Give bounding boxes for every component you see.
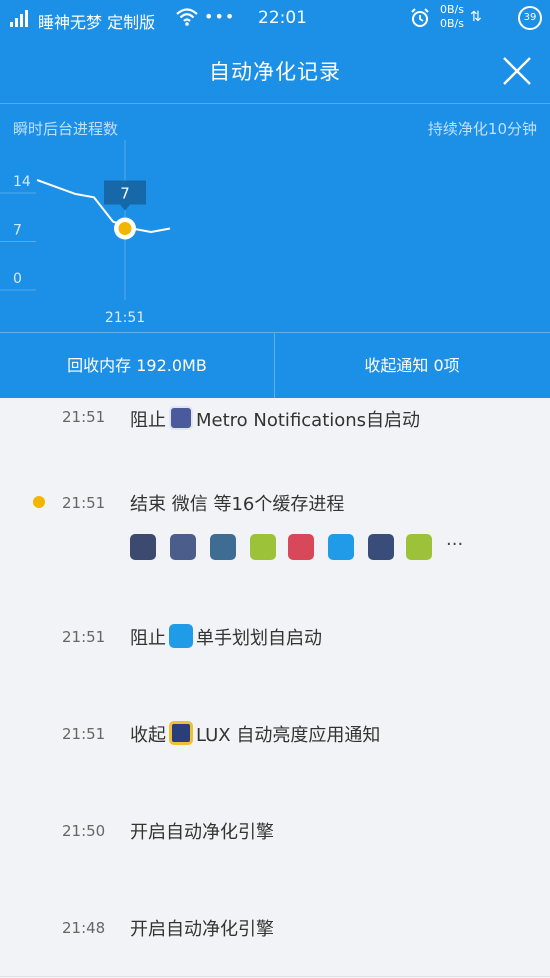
record-time: 21:50 xyxy=(62,822,106,840)
swipe-app-icon xyxy=(169,624,193,648)
list-item[interactable]: 21:51 阻止 Metro Notifications自启动 xyxy=(0,398,550,455)
battery-icon: 39 xyxy=(518,6,542,30)
process-count-chart: 14 7 0 21:51 7 xyxy=(0,140,171,326)
android-icon xyxy=(406,534,432,560)
data-transfer-icon: ⇅ xyxy=(470,9,482,25)
y-tick-label: 7 xyxy=(13,223,22,239)
carrier-name: 睡神无梦 定制版 xyxy=(38,13,156,32)
notifications-collapsed-stat[interactable]: 收起通知 0项 xyxy=(275,333,549,398)
memory-recycled-stat[interactable]: 回收内存 192.0MB xyxy=(0,333,274,398)
app-header: 睡神无梦 定制版 ••• 22:01 0B/s 0B/s ⇅ 39 自动净化记录… xyxy=(0,0,550,398)
clock: 22:01 xyxy=(258,8,307,28)
series-line xyxy=(36,179,171,233)
record-time: 21:51 xyxy=(62,628,106,646)
android-icon xyxy=(250,534,276,560)
page-title: 自动净化记录 xyxy=(209,60,341,84)
contacts-icon xyxy=(288,534,314,560)
tooltip-value: 7 xyxy=(120,185,130,203)
record-text: 开启自动净化引擎 xyxy=(130,822,274,843)
shield-app-icon xyxy=(210,534,236,560)
list-item[interactable]: 21:48 开启自动净化引擎 xyxy=(0,879,550,977)
divider xyxy=(0,103,550,104)
browser-icon xyxy=(328,534,354,560)
list-item[interactable]: 21:51 收起 LUX 自动亮度应用通知 xyxy=(0,685,550,783)
record-text: 结束 微信 等16个缓存进程 xyxy=(130,494,345,515)
owl-app-icon xyxy=(368,534,394,560)
wechat-icon xyxy=(130,534,156,560)
status-bar: 睡神无梦 定制版 ••• 22:01 0B/s 0B/s ⇅ 39 xyxy=(0,0,550,40)
stats-bar: 回收内存 192.0MB 收起通知 0项 xyxy=(0,332,550,398)
more-icon: ··· xyxy=(446,534,464,555)
record-text: 阻止 单手划划自启动 xyxy=(130,624,322,650)
x-tick-label: 21:51 xyxy=(105,310,145,326)
close-icon[interactable] xyxy=(500,54,534,88)
contact-card-icon xyxy=(170,534,196,560)
tooltip-pointer xyxy=(120,204,130,211)
signal-icon xyxy=(10,9,32,27)
record-text: 开启自动净化引擎 xyxy=(130,919,274,940)
chart-right-label: 持续净化10分钟 xyxy=(427,120,537,138)
record-text: 阻止 Metro Notifications自启动 xyxy=(130,406,420,432)
title-bar: 自动净化记录 xyxy=(0,40,550,102)
list-item[interactable]: 21:51 结束 微信 等16个缓存进程 ··· xyxy=(0,454,550,589)
list-item[interactable]: 21:51 阻止 单手划划自启动 xyxy=(0,588,550,686)
wifi-icon xyxy=(176,8,198,26)
record-list: 21:51 阻止 Metro Notifications自启动 21:51 结束 … xyxy=(0,398,550,978)
record-time: 21:51 xyxy=(62,725,106,743)
record-time: 21:51 xyxy=(62,494,106,512)
record-time: 21:51 xyxy=(62,408,106,426)
y-tick-label: 0 xyxy=(13,271,22,287)
highlight-dot xyxy=(33,496,45,508)
list-item[interactable]: 21:50 开启自动净化引擎 xyxy=(0,782,550,880)
network-speed: 0B/s 0B/s xyxy=(440,3,464,30)
more-notifications-icon: ••• xyxy=(204,7,236,26)
chart-left-label: 瞬时后台进程数 xyxy=(13,120,119,138)
metro-notifications-icon xyxy=(169,406,193,430)
record-time: 21:48 xyxy=(62,919,106,937)
y-tick-label: 14 xyxy=(13,174,31,190)
record-text: 收起 LUX 自动亮度应用通知 xyxy=(130,721,380,747)
highlight-point-center xyxy=(118,222,132,235)
alarm-icon xyxy=(411,8,429,27)
lux-icon xyxy=(169,721,193,745)
